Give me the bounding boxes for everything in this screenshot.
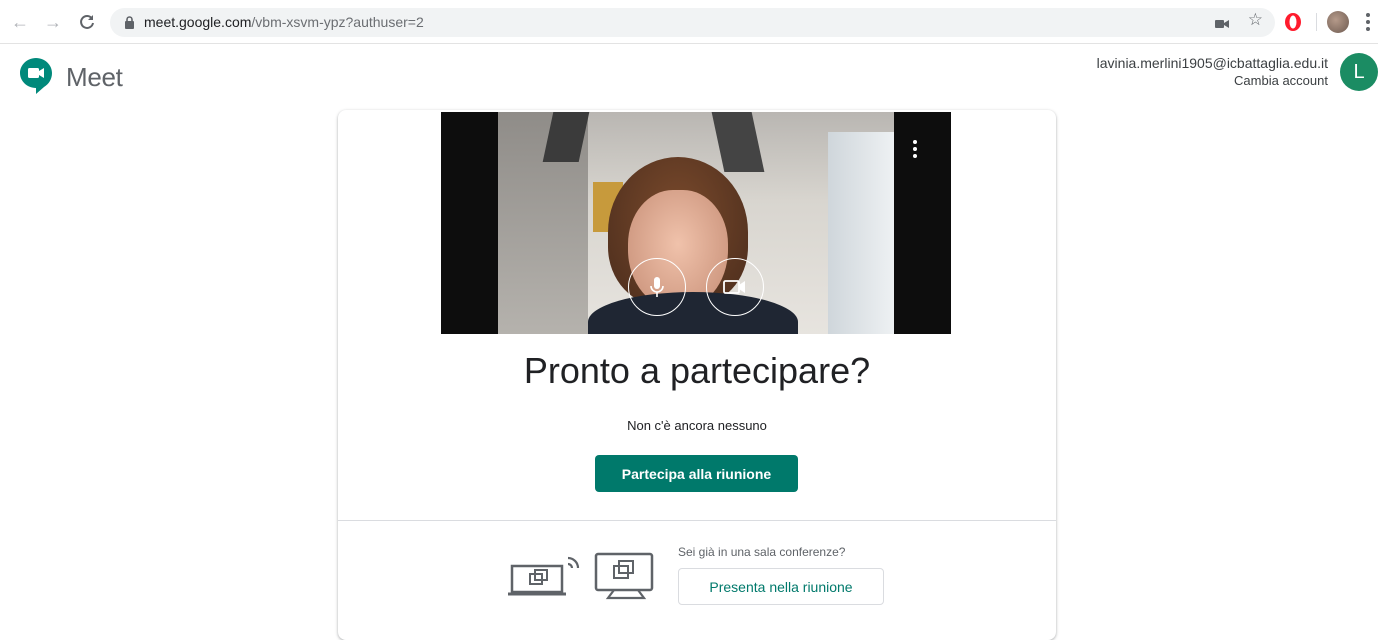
page-title: Pronto a partecipare? bbox=[523, 350, 871, 391]
app-name: Meet bbox=[66, 62, 123, 92]
room-question: Sei già in una sala conferenze? bbox=[678, 545, 846, 559]
more-options-icon[interactable] bbox=[913, 140, 917, 158]
present-meeting-button[interactable]: Presenta nella riunione bbox=[678, 568, 884, 605]
address-bar[interactable]: meet.google.com/vbm-xsvm-ypz?authuser=2 … bbox=[110, 8, 1275, 37]
video-preview bbox=[441, 112, 951, 334]
present-devices-icon bbox=[508, 552, 654, 600]
forward-arrow-icon[interactable]: → bbox=[41, 10, 65, 34]
microphone-toggle[interactable] bbox=[628, 258, 686, 316]
join-card: Pronto a partecipare? Non c'è ancora nes… bbox=[338, 110, 1056, 640]
account-email: lavinia.merlini1905@icbattaglia.edu.it bbox=[1096, 55, 1328, 71]
join-meeting-button[interactable]: Partecipa alla riunione bbox=[595, 455, 798, 492]
opera-icon[interactable] bbox=[1284, 12, 1302, 32]
star-icon[interactable]: ☆ bbox=[1248, 10, 1263, 30]
microphone-icon bbox=[650, 277, 664, 297]
url-text: meet.google.com/vbm-xsvm-ypz?authuser=2 bbox=[144, 14, 424, 30]
profile-picture[interactable] bbox=[1327, 11, 1349, 33]
avatar[interactable]: L bbox=[1340, 53, 1378, 91]
meet-logo-icon[interactable] bbox=[18, 56, 54, 96]
divider bbox=[338, 520, 1056, 521]
lock-icon bbox=[124, 16, 135, 34]
camera-toggle[interactable] bbox=[706, 258, 764, 316]
switch-account-link[interactable]: Cambia account bbox=[1234, 73, 1328, 88]
participants-status: Non c'è ancora nessuno bbox=[627, 418, 767, 433]
camera-feed bbox=[498, 112, 894, 334]
video-camera-icon bbox=[723, 280, 745, 294]
reload-icon[interactable] bbox=[75, 10, 99, 34]
back-arrow-icon[interactable]: ← bbox=[8, 10, 32, 34]
kebab-menu-icon[interactable] bbox=[1366, 13, 1370, 31]
toolbar-separator bbox=[1316, 13, 1317, 31]
camera-icon[interactable] bbox=[1215, 16, 1229, 34]
browser-toolbar: ← → meet.google.com/vbm-xsvm-ypz?authuse… bbox=[0, 0, 1378, 44]
